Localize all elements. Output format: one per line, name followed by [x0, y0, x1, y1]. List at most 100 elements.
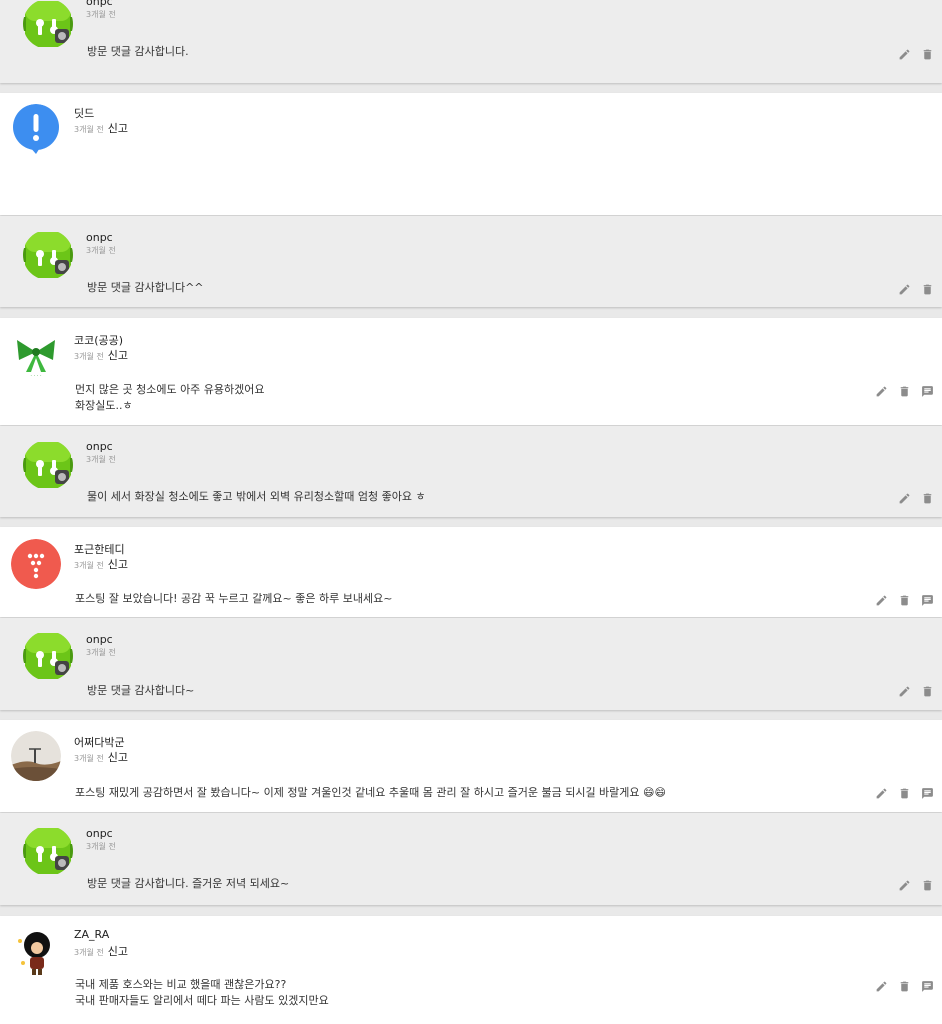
delete-icon[interactable]	[898, 385, 911, 398]
blue-exclamation-icon	[13, 104, 59, 154]
avatar[interactable]	[23, 826, 73, 876]
commenter-name[interactable]: 코코(공공)	[74, 332, 123, 348]
comment-meta: 3개월 전 신고	[74, 943, 128, 959]
avatar[interactable]	[11, 539, 61, 589]
red-dots-icon	[11, 539, 61, 589]
onpc-robot-icon	[23, 232, 73, 278]
edit-icon[interactable]	[898, 685, 911, 698]
avatar[interactable]	[23, 440, 73, 490]
report-link[interactable]: 신고	[108, 122, 128, 135]
avatar[interactable]	[11, 927, 61, 977]
comment-text-line: 방문 댓글 감사합니다~	[87, 684, 195, 697]
comment-meta: 3개월 전	[86, 245, 116, 256]
svg-text:· · · ·: · · · ·	[30, 373, 42, 379]
avatar[interactable]: · · · ·	[11, 330, 61, 380]
reply-icon[interactable]	[921, 385, 934, 398]
comment-meta: 3개월 전 신고	[74, 556, 128, 572]
avatar[interactable]	[23, 631, 73, 681]
onpc-robot-icon	[23, 633, 73, 679]
comment-timestamp: 3개월 전	[86, 246, 116, 255]
delete-icon[interactable]	[898, 787, 911, 800]
comment-meta: 3개월 전	[86, 9, 116, 20]
comment-timestamp: 3개월 전	[74, 948, 104, 957]
commenter-name[interactable]: onpc	[86, 0, 113, 8]
comment-item: · · · · 코코(공공) 3개월 전 신고먼지 많은 곳 청소에도 아주 유용하겠…	[0, 318, 942, 425]
character-avatar-icon	[11, 927, 61, 977]
edit-icon[interactable]	[898, 492, 911, 505]
comment-timestamp: 3개월 전	[74, 754, 104, 763]
commenter-name[interactable]: onpc	[86, 231, 113, 244]
commenter-name[interactable]: 어쩌다박군	[74, 734, 125, 750]
report-link[interactable]: 신고	[108, 751, 128, 764]
commenter-name[interactable]: onpc	[86, 440, 113, 453]
comment-meta: 3개월 전	[86, 647, 116, 658]
commenter-name[interactable]: onpc	[86, 633, 113, 646]
report-link[interactable]: 신고	[108, 558, 128, 571]
delete-icon[interactable]	[921, 879, 934, 892]
edit-icon[interactable]	[898, 48, 911, 61]
green-ribbon-icon: · · · ·	[11, 330, 61, 380]
comment-timestamp: 3개월 전	[86, 10, 116, 19]
comment-item: 포근한테디 3개월 전 신고포스팅 잘 보았습니다! 공감 꾹 누르고 갈께요~ 좋…	[0, 527, 942, 617]
reply-item: onpc 3개월 전방문 댓글 감사합니다~	[0, 618, 942, 710]
reply-item: onpc 3개월 전방문 댓글 감사합니다. 즐거운 저녁 되세요~	[0, 813, 942, 905]
comment-text-line: 방문 댓글 감사합니다^^	[87, 281, 204, 294]
reply-icon[interactable]	[921, 594, 934, 607]
reply-item: onpc 3개월 전방문 댓글 감사합니다.	[0, 0, 942, 83]
avatar[interactable]	[11, 731, 61, 781]
comment-meta: 3개월 전 신고	[74, 347, 128, 363]
delete-icon[interactable]	[921, 283, 934, 296]
reply-icon[interactable]	[921, 980, 934, 993]
comment-item: ZA_RA 3개월 전 신고국내 제품 호스와는 비교 했을때 괜찮은가요?? 국내 …	[0, 916, 942, 1024]
comment-text-line: 국내 제품 호스와는 비교 했을때 괜찮은가요??	[75, 978, 287, 991]
comment-text-line: 물이 세서 화장실 청소에도 좋고 밖에서 외벽 유리청소할때 엄청 좋아요 ㅎ	[87, 490, 426, 503]
onpc-robot-icon	[23, 1, 73, 47]
reply-icon[interactable]	[921, 787, 934, 800]
comment-text-line: 포스팅 잘 보았습니다! 공감 꾹 누르고 갈께요~ 좋은 하루 보내세요~	[75, 592, 393, 605]
avatar[interactable]	[23, 230, 73, 280]
edit-icon[interactable]	[898, 283, 911, 296]
comment-actions	[898, 879, 934, 892]
comment-actions	[875, 594, 934, 607]
comment-meta: 3개월 전	[86, 841, 116, 852]
comment-text-line: 포스팅 재밌게 공감하면서 잘 봤습니다~ 이제 정말 겨울인것 같네요 추울때…	[75, 786, 666, 799]
report-link[interactable]: 신고	[108, 945, 128, 958]
edit-icon[interactable]	[875, 980, 888, 993]
comment-text-line: 화장실도..ㅎ	[75, 399, 133, 412]
edit-icon[interactable]	[875, 787, 888, 800]
comment-meta: 3개월 전	[86, 454, 116, 465]
edit-icon[interactable]	[875, 594, 888, 607]
onpc-robot-icon	[23, 828, 73, 874]
comment-text-line: 먼지 많은 곳 청소에도 아주 유용하겠어요	[75, 383, 265, 396]
commenter-name[interactable]: 포근한테디	[74, 541, 125, 557]
report-link[interactable]: 신고	[108, 349, 128, 362]
comment-text-line: 방문 댓글 감사합니다. 즐거운 저녁 되세요~	[87, 877, 290, 890]
delete-icon[interactable]	[921, 48, 934, 61]
reply-item: onpc 3개월 전물이 세서 화장실 청소에도 좋고 밖에서 외벽 유리청소할때…	[0, 426, 942, 517]
avatar[interactable]	[23, 0, 73, 49]
commenter-name[interactable]: onpc	[86, 827, 113, 840]
comment-text-line: 국내 판매자들도 알리에서 떼다 파는 사람도 있겠지만요	[75, 994, 329, 1007]
onpc-robot-icon	[23, 442, 73, 488]
comment-text-line: 방문 댓글 감사합니다.	[87, 45, 189, 58]
landscape-photo-icon	[11, 731, 61, 781]
comment-timestamp: 3개월 전	[86, 455, 116, 464]
comment-meta: 3개월 전 신고	[74, 749, 128, 765]
comment-meta: 3개월 전 신고	[74, 120, 128, 136]
avatar[interactable]	[11, 104, 61, 154]
comment-item: 어쩌다박군 3개월 전 신고포스팅 재밌게 공감하면서 잘 봤습니다~ 이제 정말 …	[0, 720, 942, 812]
edit-icon[interactable]	[875, 385, 888, 398]
delete-icon[interactable]	[921, 492, 934, 505]
comment-timestamp: 3개월 전	[74, 352, 104, 361]
reply-item: onpc 3개월 전방문 댓글 감사합니다^^	[0, 216, 942, 307]
commenter-name[interactable]: ZA_RA	[74, 928, 109, 941]
delete-icon[interactable]	[921, 685, 934, 698]
delete-icon[interactable]	[898, 594, 911, 607]
edit-icon[interactable]	[898, 879, 911, 892]
delete-icon[interactable]	[898, 980, 911, 993]
comment-timestamp: 3개월 전	[74, 561, 104, 570]
comment-actions	[898, 492, 934, 505]
commenter-name[interactable]: 딧드	[74, 105, 94, 121]
comment-actions	[898, 48, 934, 61]
comment-item: 딧드3개월 전신고행복한 불금입니다~ 다가오는 주말 잘보내시길 바랍니다.정…	[0, 93, 942, 296]
